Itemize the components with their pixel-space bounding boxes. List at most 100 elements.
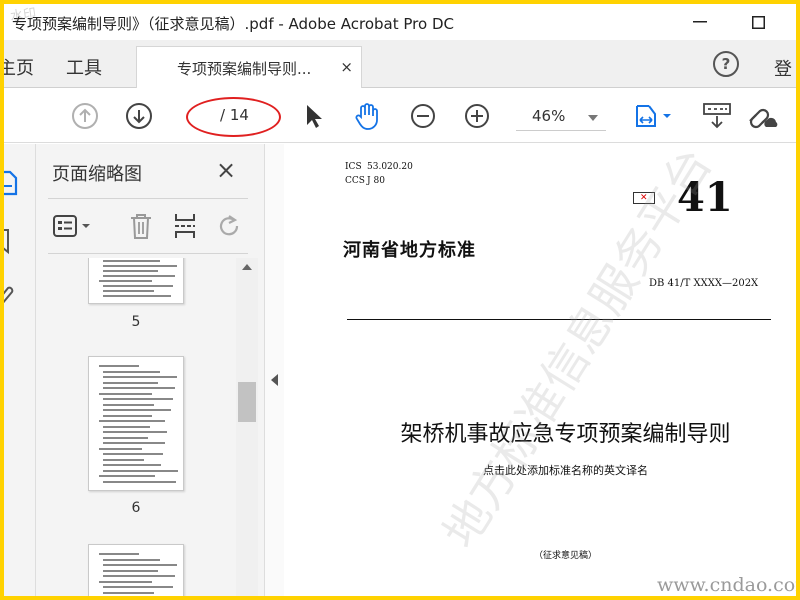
thumbnail-label-5: 5: [131, 314, 141, 330]
insert-page-icon: [175, 214, 195, 238]
options-button[interactable]: [52, 211, 96, 241]
main-toolbar: / 14 46%: [4, 89, 796, 143]
flag-box: ✕: [633, 192, 655, 204]
hand-tool-button[interactable]: [352, 101, 382, 131]
db-number: DB 41/T XXXX—202X: [649, 278, 759, 289]
thumbnail-text-line: [103, 564, 177, 566]
thumbnail-text-line: [99, 420, 165, 422]
thumbnail-text-line: [99, 447, 142, 450]
maximize-button[interactable]: [744, 10, 772, 34]
site-watermark: www.cndao.com: [657, 574, 796, 596]
thumbnail-text-line: [103, 569, 158, 572]
thumbnail-text-line: [103, 425, 150, 428]
collapse-arrow-icon[interactable]: [271, 374, 278, 386]
document-title: 架桥机事故应急专项预案编制导则: [400, 422, 731, 447]
thumbnail-text-line: [103, 376, 177, 378]
english-title-placeholder[interactable]: 点击此处添加标准名称的英文译名: [285, 462, 796, 478]
document-view[interactable]: ICS 53.020.20 CCS J 80 ✕ 41 河南省地方标准 DB 41/…: [285, 144, 796, 596]
page-thumbnails-icon[interactable]: [4, 164, 20, 198]
thumbnail-text-line: [99, 475, 155, 477]
thumbnail-text-line: [103, 431, 167, 433]
thumbnail-text-line: [103, 436, 148, 439]
highlight-ellipse: [186, 97, 281, 137]
thumbnail-text-line: [103, 260, 160, 262]
title-bar: 专项预案编制导则》（征求意见稿）.pdf - Adobe Acrobat Pro…: [4, 4, 796, 40]
province-standard: 河南省地方标准: [343, 240, 476, 261]
tab-document[interactable]: 专项预案编制导则... ×: [136, 46, 362, 88]
ccs-label: CCS: [345, 176, 365, 186]
thumbnail-text-line: [103, 290, 154, 292]
scroll-mode-button[interactable]: [700, 101, 734, 131]
zoom-value: 46%: [532, 107, 566, 125]
thumbnail-text-line: [103, 285, 173, 287]
arrow-up-circle-icon: [72, 103, 98, 129]
next-page-button[interactable]: [124, 101, 154, 131]
rotate-page-button[interactable]: [214, 211, 244, 241]
insert-page-button[interactable]: [170, 211, 200, 241]
thumbnail-text-line: [103, 270, 158, 272]
tab-close-icon[interactable]: ×: [340, 58, 353, 76]
panel-collapse-bar[interactable]: [264, 144, 284, 596]
thumbnail-text-line: [99, 553, 139, 555]
thumbnail-text-line: [99, 365, 139, 367]
app-window: 专项预案编制导则》（征求意见稿）.pdf - Adobe Acrobat Pro…: [4, 4, 796, 596]
thumbnail-text-line: [103, 586, 173, 588]
thumbnail-page-5[interactable]: [88, 258, 184, 304]
thumbnail-text-line: [99, 392, 152, 395]
cursor-arrow-icon: [307, 105, 322, 128]
thumbnail-list: 5 6: [36, 258, 234, 596]
thumbnail-text-line: [103, 442, 165, 444]
ics-label: ICS: [345, 162, 362, 172]
plus-circle-icon: [465, 104, 489, 128]
keyboard-down-icon: [703, 103, 731, 129]
bookmark-icon[interactable]: [4, 226, 16, 256]
maximize-icon: [751, 15, 765, 29]
thumbnail-text-line: [103, 453, 163, 455]
ics-block: ICS 53.020.20 CCS J 80: [345, 160, 413, 188]
thumbnail-text-line: [103, 295, 171, 297]
thumbnail-text-line: [103, 414, 152, 417]
panel-close-icon[interactable]: ×: [216, 156, 236, 184]
minimize-icon: [693, 21, 707, 23]
scroll-up-icon[interactable]: [242, 264, 252, 270]
login-button[interactable]: 登: [774, 55, 792, 81]
tab-home[interactable]: 主页: [4, 54, 34, 80]
ics-code: 53.020.20: [367, 162, 413, 172]
thumbnail-text-line: [99, 580, 152, 583]
corner-watermark: 水印: [9, 6, 38, 25]
fit-page-button[interactable]: [630, 101, 676, 131]
arrow-down-circle-icon: [126, 103, 152, 129]
panel-title: 页面缩略图: [52, 164, 142, 185]
page-thumbnails-panel: 页面缩略图 × 5 6: [36, 144, 264, 596]
attachment-icon[interactable]: [4, 280, 16, 310]
scrollbar-thumb[interactable]: [238, 382, 256, 422]
previous-page-button[interactable]: [70, 101, 100, 131]
trash-icon: [131, 214, 151, 239]
zoom-dropdown[interactable]: 46%: [516, 105, 606, 131]
minus-circle-icon: [411, 104, 435, 128]
thumbnail-text-line: [103, 591, 154, 594]
draft-label: （征求意见稿）: [533, 551, 597, 561]
help-icon[interactable]: ?: [713, 51, 739, 77]
minimize-button[interactable]: [686, 10, 714, 34]
share-link-button[interactable]: [744, 101, 780, 131]
thumbnail-page-6[interactable]: [88, 356, 184, 491]
thumbnail-scrollbar[interactable]: [236, 258, 258, 596]
thumbnail-text-line: [103, 387, 175, 389]
navigation-strip: [4, 144, 36, 596]
chevron-down-icon: [588, 115, 598, 121]
zoom-out-button[interactable]: [408, 101, 438, 131]
thumbnail-text-line: [103, 275, 175, 277]
zoom-in-button[interactable]: [462, 101, 492, 131]
tab-document-label: 专项预案编制导则...: [177, 60, 312, 78]
standard-code: 41: [677, 174, 733, 221]
tab-tools[interactable]: 工具: [66, 54, 102, 80]
thumbnail-text-line: [103, 265, 177, 267]
link-cloud-icon: [749, 108, 778, 129]
thumbnail-page-7[interactable]: [88, 544, 184, 596]
delete-page-button[interactable]: [126, 211, 156, 241]
rotate-icon: [219, 215, 239, 236]
thumbnail-text-line: [103, 469, 178, 472]
select-tool-button[interactable]: [298, 101, 328, 131]
tab-bar: 主页 工具 专项预案编制导则... × ? 登: [4, 40, 796, 88]
